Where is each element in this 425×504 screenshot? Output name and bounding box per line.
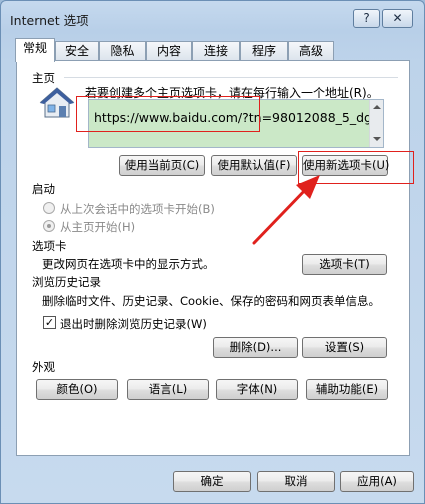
internet-options-window: Internet 选项 ? ✕ 常规 安全 隐私 内容 连接 程序 高级 主页 … (0, 0, 425, 504)
tab-content[interactable]: 内容 (146, 41, 192, 61)
scroll-up-icon[interactable] (373, 105, 381, 109)
tab-connections[interactable]: 连接 (192, 41, 240, 61)
scroll-down-icon[interactable] (373, 137, 381, 141)
ok-button[interactable]: 确定 (173, 471, 251, 492)
tab-security[interactable]: 安全 (55, 41, 99, 61)
close-button[interactable]: ✕ (382, 9, 413, 28)
general-tab-panel: 主页 若要创建多个主页选项卡，请在每行输入一个地址(R)。 https://ww… (16, 60, 414, 456)
radio-last-session[interactable] (43, 202, 55, 214)
startup-section-title: 启动 (32, 182, 55, 196)
colors-button[interactable]: 颜色(O) (36, 379, 118, 400)
radio-last-session-label: 从上次会话中的选项卡开始(B) (60, 202, 215, 216)
use-current-button[interactable]: 使用当前页(C) (119, 155, 205, 176)
history-description: 删除临时文件、历史记录、Cookie、保存的密码和网页表单信息。 (42, 294, 381, 308)
annotation-redbox-url (76, 96, 260, 132)
radio-home-page[interactable] (43, 220, 55, 232)
window-title: Internet 选项 (10, 13, 89, 28)
homepage-divider (64, 77, 398, 78)
textarea-scrollbar[interactable] (369, 100, 383, 147)
tab-privacy[interactable]: 隐私 (99, 41, 146, 61)
tab-advanced[interactable]: 高级 (288, 41, 334, 61)
tab-general[interactable]: 常规 (15, 38, 55, 62)
annotation-arrow-icon (252, 175, 320, 245)
radio-home-page-label: 从主页开始(H) (60, 220, 136, 234)
history-settings-button[interactable]: 设置(S) (302, 337, 387, 358)
help-button[interactable]: ? (353, 9, 380, 28)
fonts-button[interactable]: 字体(N) (216, 379, 298, 400)
cancel-button[interactable]: 取消 (257, 471, 335, 492)
history-section-title: 浏览历史记录 (32, 275, 101, 289)
languages-button[interactable]: 语言(L) (127, 379, 209, 400)
tabs-section-title: 选项卡 (32, 239, 67, 253)
homepage-section-title: 主页 (32, 71, 55, 85)
delete-history-button[interactable]: 删除(D)... (213, 337, 298, 358)
apply-button[interactable]: 应用(A) (340, 471, 414, 492)
tabs-description: 更改网页在选项卡中的显示方式。 (42, 257, 215, 271)
house-icon (39, 87, 75, 118)
delete-on-exit-label: 退出时删除浏览历史记录(W) (60, 317, 207, 331)
tabs-settings-button[interactable]: 选项卡(T) (302, 254, 387, 275)
accessibility-button[interactable]: 辅助功能(E) (306, 379, 388, 400)
appearance-section-title: 外观 (32, 360, 55, 374)
title-bar[interactable]: Internet 选项 ? ✕ (1, 1, 424, 33)
delete-on-exit-checkbox[interactable]: ✓ (43, 316, 56, 329)
tab-programs[interactable]: 程序 (240, 41, 288, 61)
